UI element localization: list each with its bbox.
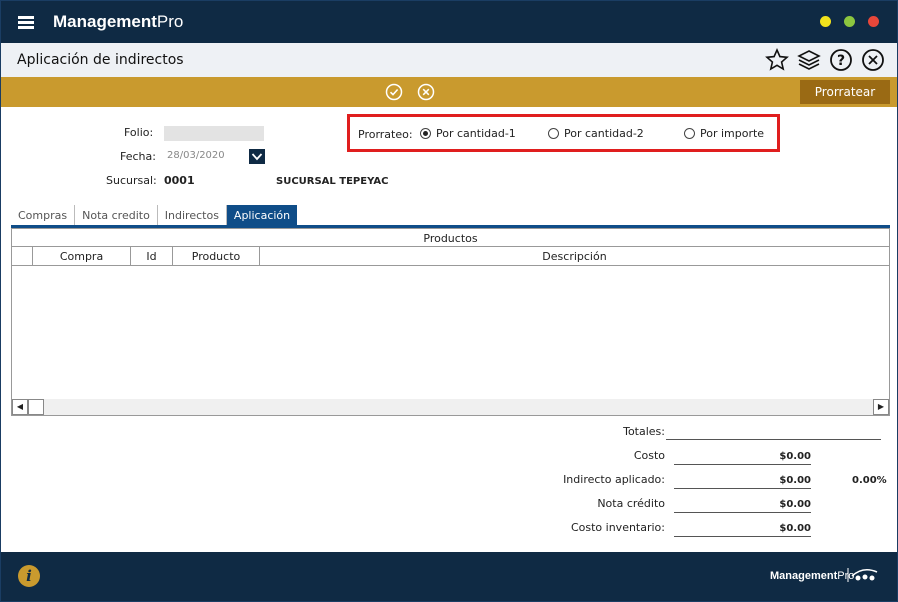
prorrateo-group: Prorrateo: Por cantidad-1 Por cantidad-2… [347,114,780,152]
close-page-icon[interactable] [861,48,885,72]
scroll-right-button[interactable]: ▶ [873,399,889,415]
sucursal-label: Sucursal: [106,174,157,187]
costo-value: $0.00 [674,451,811,465]
scroll-left-button[interactable]: ◀ [12,399,28,415]
grid-col-producto[interactable]: Producto [173,247,260,266]
svg-text:?: ? [837,53,845,69]
tab-compras[interactable]: Compras [11,205,76,226]
nota-credito-value: $0.00 [674,499,811,513]
maximize-button[interactable] [844,16,855,27]
info-icon[interactable]: i [18,565,40,587]
minimize-button[interactable] [820,16,831,27]
grid-group-header: Productos [12,229,889,247]
action-bar: Prorratear [1,77,897,107]
fecha-label: Fecha: [120,150,156,163]
totales-line [666,439,881,440]
horizontal-scrollbar[interactable]: ◀ ▶ [12,399,889,415]
help-icon[interactable]: ? [829,48,853,72]
chevron-down-icon [251,153,263,161]
folio-field[interactable] [164,126,264,141]
title-bar: ManagementPro [1,1,897,43]
confirm-check-icon[interactable] [385,83,403,101]
costo-label: Costo [633,449,665,462]
radio-por-importe[interactable]: Por importe [684,127,764,140]
folio-label: Folio: [124,126,154,139]
favorite-star-icon[interactable] [765,48,789,72]
nota-credito-label: Nota crédito [597,497,665,510]
costo-inventario-label: Costo inventario: [570,521,665,534]
fecha-field[interactable]: 28/03/2020 [164,149,248,164]
close-window-button[interactable] [868,16,879,27]
app-window: ManagementPro Aplicación de indirectos ? [0,0,898,602]
grid-col-descripcion[interactable]: Descripción [260,247,889,266]
sucursal-code-field[interactable]: 0001 [164,174,264,187]
footer-brand: ManagementPro [770,570,854,582]
indirecto-value: $0.00 [674,475,811,489]
tab-aplicacion[interactable]: Aplicación [226,205,298,226]
costo-inventario-value: $0.00 [674,523,811,537]
page-title: Aplicación de indirectos [17,52,184,68]
productos-grid: Productos Compra Id Producto Descripción… [11,228,890,416]
radio-por-cantidad-1[interactable]: Por cantidad-1 [420,127,516,140]
date-picker-button[interactable] [249,149,265,164]
tab-strip: Compras Nota credito Indirectos Aplicaci… [11,205,298,226]
brand-bold: Management [53,12,157,31]
radio-label: Por cantidad-2 [564,127,644,140]
brand-logo-icon [847,568,878,582]
footer-brand-bold: Management [770,570,838,582]
scroll-thumb[interactable] [28,399,44,415]
grid-col-compra[interactable]: Compra [33,247,131,266]
tab-nota-credito[interactable]: Nota credito [75,205,158,226]
indirecto-percent: 0.00% [852,475,887,486]
menu-icon[interactable] [18,16,34,29]
app-brand: ManagementPro [53,12,183,32]
brand-light: Pro [156,12,184,31]
radio-por-cantidad-2[interactable]: Por cantidad-2 [548,127,644,140]
prorratear-button[interactable]: Prorratear [800,80,890,104]
indirecto-label: Indirecto aplicado: [563,473,665,486]
cancel-x-icon[interactable] [417,83,435,101]
grid-col-id[interactable]: Id [131,247,173,266]
layers-icon[interactable] [797,48,821,72]
radio-label: Por cantidad-1 [436,127,516,140]
grid-col-selector[interactable] [12,247,33,266]
radio-empty-icon [548,128,559,139]
totales-label: Totales: [623,425,665,438]
tab-indirectos[interactable]: Indirectos [158,205,227,226]
radio-label: Por importe [700,127,765,140]
prorrateo-label: Prorrateo: [358,128,413,141]
radio-empty-icon [684,128,695,139]
sucursal-name: SUCURSAL TEPEYAC [276,176,389,187]
footer-bar: i ManagementPro [1,552,897,601]
radio-selected-icon [420,128,431,139]
page-header: Aplicación de indirectos ? [1,43,897,77]
